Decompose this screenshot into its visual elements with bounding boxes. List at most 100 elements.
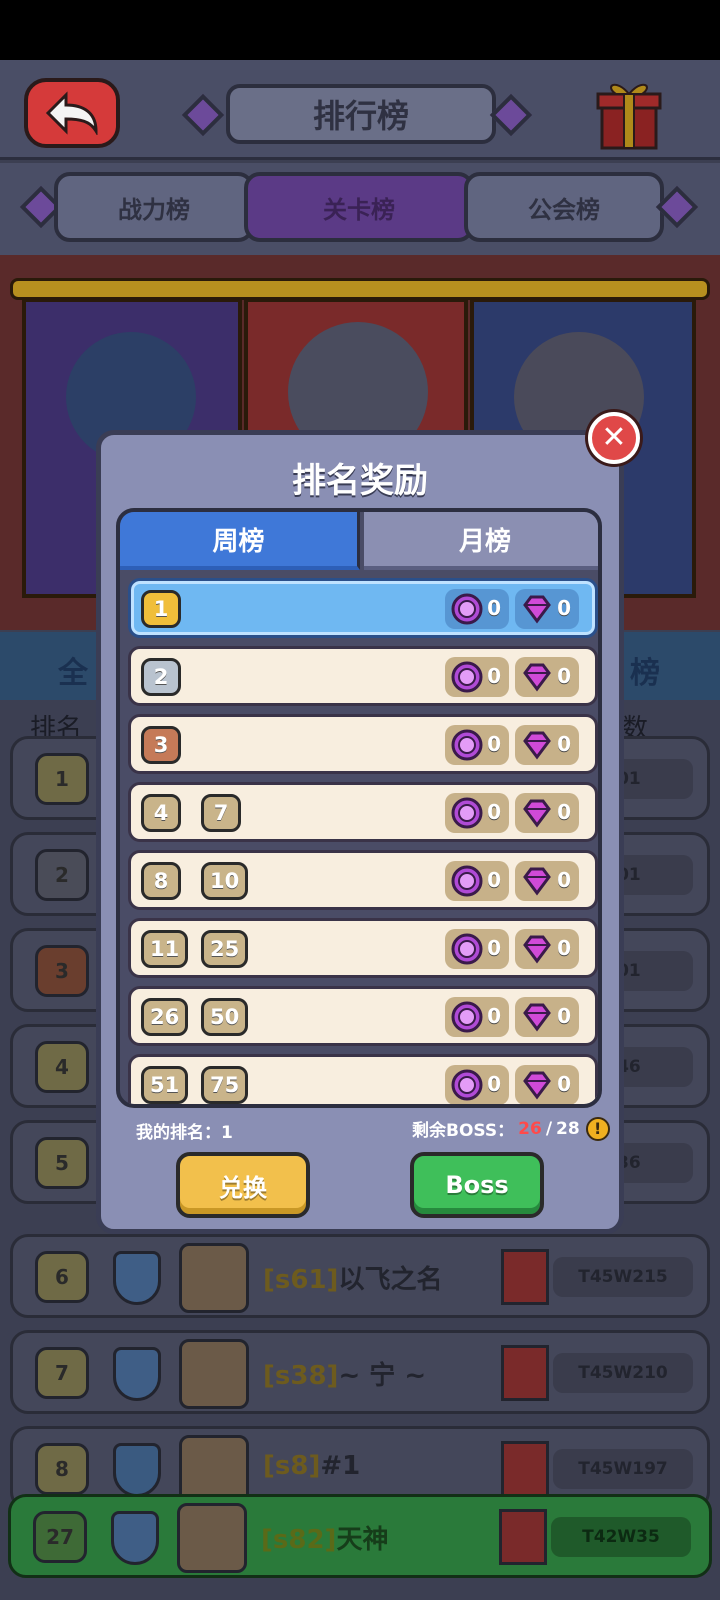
sword-shield-icon (111, 1511, 159, 1565)
gem-amount: 0 (557, 1072, 571, 1096)
player-name: [s38]~ 宁 ~ (263, 1355, 426, 1392)
server-tag: [s82] (261, 1525, 337, 1555)
score-value: T45W210 (553, 1353, 693, 1393)
rank-badge: 1 (35, 753, 89, 805)
guild-flag-icon (501, 1249, 549, 1305)
tab-weekly[interactable]: 周榜 (120, 512, 360, 570)
my-rank-info: 我的排名：1 (136, 1118, 233, 1143)
boss-total-count: 28 (556, 1118, 580, 1139)
gem-icon (521, 661, 553, 693)
coin-reward: 0 (445, 1065, 509, 1104)
gem-icon (521, 865, 553, 897)
tab-all[interactable]: 全 (58, 648, 88, 692)
sword-shield-icon (113, 1347, 161, 1401)
banner-rod (10, 278, 710, 300)
rank-badge: 6 (35, 1251, 89, 1303)
coin-icon (451, 1069, 483, 1101)
coin-reward: 0 (445, 589, 509, 629)
coin-amount: 0 (487, 1004, 501, 1028)
coin-amount: 0 (487, 664, 501, 688)
reward-row: 3 0 0 (128, 714, 598, 774)
gem-reward: 0 (515, 997, 579, 1037)
reward-panel: 周榜 月榜 1 0 0 2 0 0 3 0 0 4 7 0 0 8 10 0 0 11 25 0 0 26 50 0 0 51 75… (116, 508, 602, 1108)
tab-monthly[interactable]: 月榜 (364, 512, 598, 570)
avatar (177, 1503, 247, 1573)
gem-reward: 0 (515, 725, 579, 765)
exchange-button[interactable]: 兑换 (176, 1152, 310, 1218)
rank-from-badge: 4 (141, 794, 181, 832)
gem-icon (521, 729, 553, 761)
coin-icon (451, 865, 483, 897)
coin-reward: 0 (445, 793, 509, 833)
gem-amount: 0 (557, 936, 571, 960)
back-arrow-icon (45, 91, 98, 135)
rank-to-badge: 75 (201, 1066, 249, 1104)
tab-other[interactable]: 榜 (630, 648, 660, 692)
gem-reward: 0 (515, 929, 579, 969)
gem-icon (521, 797, 553, 829)
rank-to-badge: 50 (201, 998, 249, 1036)
coin-amount: 0 (487, 732, 501, 756)
rank-to-badge: 7 (201, 794, 241, 832)
player-nickname: ~ 宁 ~ (338, 1361, 427, 1391)
rank-badge: 3 (35, 945, 89, 997)
gem-amount: 0 (557, 800, 571, 824)
close-icon: ✕ (601, 420, 627, 455)
player-nickname: #1 (320, 1451, 361, 1481)
coin-reward: 0 (445, 929, 509, 969)
gem-icon (521, 1069, 553, 1101)
gem-amount: 0 (557, 732, 571, 756)
rank-from-badge: 3 (141, 726, 181, 764)
reward-row: 1 0 0 (128, 578, 598, 638)
server-tag: [s8] (263, 1451, 321, 1481)
server-tag: [s61] (263, 1265, 339, 1295)
player-name: [s82]天神 (261, 1519, 388, 1556)
reward-row: 11 25 0 0 (128, 918, 598, 978)
player-name: [s61]以飞之名 (263, 1259, 442, 1296)
tab-stage[interactable]: 关卡榜 (244, 172, 474, 242)
reward-list[interactable]: 1 0 0 2 0 0 3 0 0 4 7 0 0 8 10 0 0 11 25 0 0 26 50 0 0 51 75 0 0 (128, 578, 598, 1104)
guild-flag-icon (501, 1345, 549, 1401)
rank-from-badge: 26 (141, 998, 189, 1036)
dialog-title: 排名奖励 (292, 461, 428, 501)
gem-reward: 0 (515, 589, 579, 629)
gem-icon (521, 593, 553, 625)
reward-row: 47 0 0 (128, 782, 598, 842)
coin-icon (451, 729, 483, 761)
score-value: T42W35 (551, 1517, 691, 1557)
boss-remaining-info: 剩余BOSS： 26 / 28 ! (412, 1116, 610, 1141)
server-tag: [s38] (263, 1361, 339, 1391)
my-rank-row[interactable]: 27 [s82]天神 T42W35 (8, 1494, 712, 1578)
coin-reward: 0 (445, 725, 509, 765)
table-row[interactable]: 6 [s61]以飞之名 T45W215 (10, 1234, 710, 1318)
gem-reward: 0 (515, 861, 579, 901)
score-value: T45W215 (553, 1257, 693, 1297)
info-exclamation-icon[interactable]: ! (585, 1116, 610, 1141)
rank-from-badge: 1 (141, 590, 181, 628)
score-value: T45W197 (553, 1449, 693, 1489)
rank-badge: 7 (35, 1347, 89, 1399)
rank-badge: 8 (35, 1443, 89, 1495)
skull-shield-icon (113, 1443, 161, 1497)
guild-flag-icon (501, 1441, 549, 1497)
coin-icon (451, 661, 483, 693)
back-button[interactable] (24, 78, 120, 148)
gem-reward: 0 (515, 793, 579, 833)
reward-row: 26 50 0 0 (128, 986, 598, 1046)
reward-row: 51 75 0 0 (128, 1054, 598, 1104)
rank-badge: 5 (35, 1137, 89, 1189)
rank-badge: 27 (33, 1511, 87, 1563)
close-button[interactable]: ✕ (588, 412, 640, 464)
reward-row: 2 0 0 (128, 646, 598, 706)
tab-power[interactable]: 战力榜 (54, 172, 254, 242)
tab-guild[interactable]: 公会榜 (464, 172, 664, 242)
coin-icon (451, 1001, 483, 1033)
gift-icon[interactable] (596, 76, 662, 150)
table-row[interactable]: 7 [s38]~ 宁 ~ T45W210 (10, 1330, 710, 1414)
gem-amount: 0 (557, 596, 571, 620)
boss-button[interactable]: Boss (410, 1152, 544, 1218)
my-rank-label: 我的排名： (136, 1123, 221, 1143)
gem-icon (521, 1001, 553, 1033)
my-rank-value: 1 (221, 1123, 233, 1143)
coin-reward: 0 (445, 861, 509, 901)
